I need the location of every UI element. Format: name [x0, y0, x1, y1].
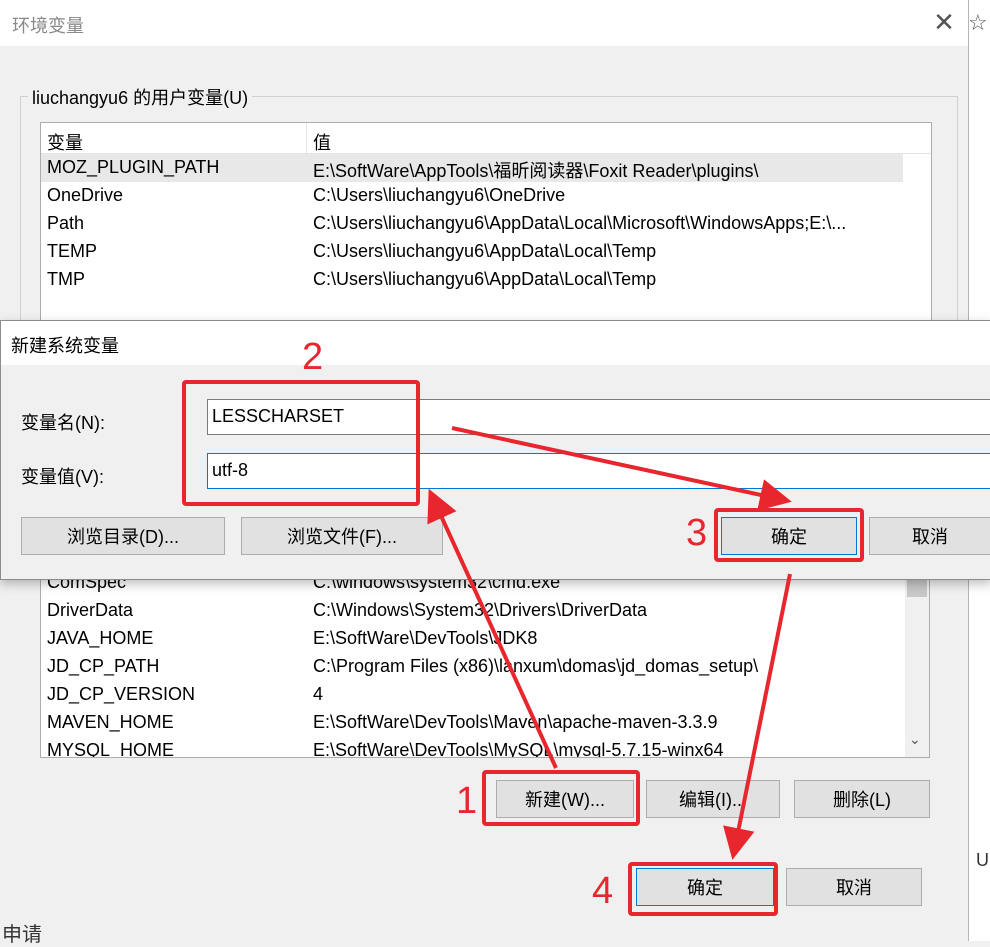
- table-row[interactable]: JD_CP_PATH C:\Program Files (x86)\lanxum…: [41, 653, 903, 681]
- variable-name: JAVA_HOME: [47, 628, 154, 648]
- user-variables-label: liuchangyu6 的用户变量(U): [28, 84, 253, 110]
- variable-name: JD_CP_PATH: [47, 656, 160, 676]
- edit-variable-button[interactable]: 编辑(I)...: [646, 780, 780, 818]
- annotation-box-ok: [628, 862, 778, 916]
- annotation-number-3: 3: [686, 512, 708, 554]
- variable-name: DriverData: [47, 600, 134, 620]
- annotation-number-4: 4: [592, 870, 614, 912]
- variable-name: MOZ_PLUGIN_PATH: [47, 157, 220, 177]
- column-header-variable[interactable]: 变量: [47, 129, 83, 155]
- close-icon[interactable]: ✕: [930, 8, 958, 36]
- variable-name: TEMP: [47, 241, 98, 261]
- annotation-box-new: [482, 770, 640, 826]
- variable-name: TMP: [47, 269, 85, 289]
- variable-value: 4: [313, 684, 324, 704]
- variable-value: C:\Users\liuchangyu6\AppData\Local\Temp: [313, 269, 657, 289]
- table-row[interactable]: OneDrive C:\Users\liuchangyu6\OneDrive: [41, 182, 903, 210]
- system-variables-list[interactable]: ComSpec C:\windows\system32\cmd.exe Driv…: [40, 560, 930, 758]
- table-row[interactable]: MAVEN_HOME E:\SoftWare\DevTools\Maven\ap…: [41, 709, 903, 737]
- browse-file-button[interactable]: 浏览文件(F)...: [241, 517, 443, 555]
- dialog-titlebar: 新建系统变量: [1, 321, 990, 365]
- chevron-down-icon[interactable]: ⌄: [909, 731, 921, 748]
- variable-value-label: 变量值(V):: [21, 467, 104, 487]
- variable-value: C:\Program Files (x86)\lanxum\domas\jd_d…: [313, 656, 759, 676]
- variable-name-label: 变量名(N):: [21, 413, 105, 433]
- table-row[interactable]: MOZ_PLUGIN_PATH E:\SoftWare\AppTools\福昕阅…: [41, 154, 903, 182]
- variable-value: C:\Users\liuchangyu6\AppData\Local\Micro…: [313, 213, 847, 233]
- variable-value: E:\SoftWare\AppTools\福昕阅读器\Foxit Reader\…: [313, 161, 759, 181]
- table-row[interactable]: TEMP C:\Users\liuchangyu6\AppData\Local\…: [41, 238, 903, 266]
- annotation-number-2: 2: [302, 336, 324, 378]
- table-row[interactable]: MYSQL_HOME E:\SoftWare\DevTools\MySQL\my…: [41, 737, 903, 758]
- table-row[interactable]: TMP C:\Users\liuchangyu6\AppData\Local\T…: [41, 266, 903, 294]
- vertical-scrollbar[interactable]: ⌄: [905, 561, 929, 757]
- variable-value: E:\SoftWare\DevTools\JDK8: [313, 628, 538, 648]
- cancel-button[interactable]: 取消: [786, 868, 922, 906]
- variable-value: E:\SoftWare\DevTools\MySQL\mysql-5.7.15-…: [313, 740, 724, 758]
- table-row[interactable]: DriverData C:\Windows\System32\Drivers\D…: [41, 597, 903, 625]
- variable-value: C:\Windows\System32\Drivers\DriverData: [313, 600, 648, 620]
- variable-name: MAVEN_HOME: [47, 712, 174, 732]
- variable-value: E:\SoftWare\DevTools\Maven\apache-maven-…: [313, 712, 718, 732]
- user-variables-list[interactable]: 变量 值 MOZ_PLUGIN_PATH E:\SoftWare\AppTool…: [40, 122, 932, 324]
- table-row[interactable]: Path C:\Users\liuchangyu6\AppData\Local\…: [41, 210, 903, 238]
- window-titlebar: 环境变量 ✕: [0, 0, 968, 46]
- background-text: 申请: [2, 924, 42, 946]
- favorite-star-icon[interactable]: ☆: [968, 10, 988, 36]
- dialog-cancel-button[interactable]: 取消: [869, 517, 990, 555]
- column-header-value[interactable]: 值: [313, 129, 331, 155]
- annotation-box-dialog-ok: [714, 508, 864, 562]
- variable-name: OneDrive: [47, 185, 124, 205]
- table-row[interactable]: JAVA_HOME E:\SoftWare\DevTools\JDK8: [41, 625, 903, 653]
- window-title: 环境变量: [12, 16, 84, 36]
- browse-directory-button[interactable]: 浏览目录(D)...: [21, 517, 225, 555]
- annotation-box-inputs: [182, 380, 420, 506]
- variable-name: JD_CP_VERSION: [47, 684, 196, 704]
- delete-variable-button[interactable]: 删除(L): [794, 780, 930, 818]
- variable-name: Path: [47, 213, 85, 233]
- variable-value: C:\Users\liuchangyu6\OneDrive: [313, 185, 566, 205]
- annotation-number-1: 1: [456, 780, 478, 822]
- variable-value: C:\Users\liuchangyu6\AppData\Local\Temp: [313, 241, 657, 261]
- variable-name: MYSQL_HOME: [47, 740, 175, 758]
- background-text-right: U: [976, 850, 989, 870]
- list-header: 变量 值: [41, 123, 931, 154]
- table-row[interactable]: JD_CP_VERSION 4: [41, 681, 903, 709]
- dialog-title: 新建系统变量: [11, 336, 119, 356]
